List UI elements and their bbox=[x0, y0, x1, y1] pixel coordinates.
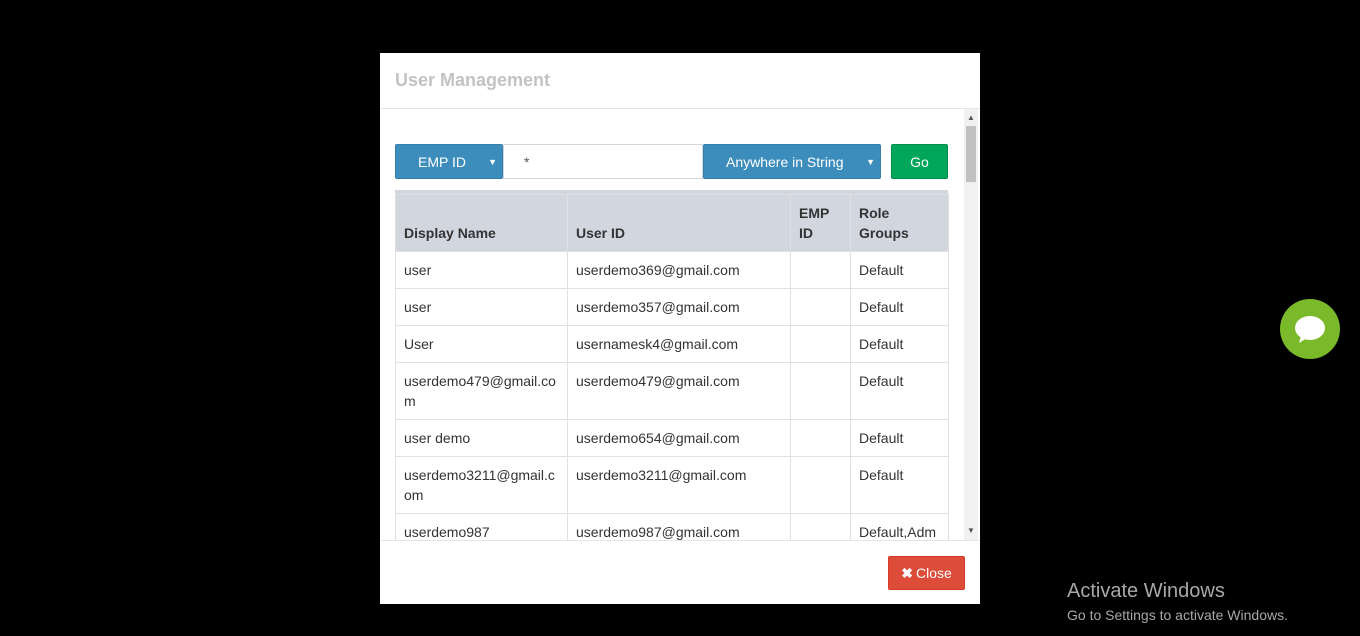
search-field-label: EMP ID bbox=[418, 153, 466, 170]
table-row[interactable]: userdemo987 userdemo987@gmail.com Defaul… bbox=[395, 513, 949, 540]
table-row[interactable]: User usernamesk4@gmail.com Default bbox=[395, 325, 949, 363]
activate-windows-watermark: Activate Windows Go to Settings to activ… bbox=[1067, 580, 1288, 623]
caret-down-icon: ▼ bbox=[488, 156, 497, 167]
cell-display-name: User bbox=[395, 325, 568, 363]
column-header-role-groups[interactable]: Role Groups bbox=[850, 194, 949, 252]
search-field-dropdown[interactable]: EMP ID ▼ bbox=[395, 144, 503, 179]
cell-display-name: userdemo479@gmail.com bbox=[395, 362, 568, 420]
match-mode-dropdown[interactable]: Anywhere in String ▼ bbox=[703, 144, 881, 179]
close-icon: ✖ bbox=[901, 564, 913, 581]
cell-role-groups: Default bbox=[850, 325, 949, 363]
cell-display-name: userdemo987 bbox=[395, 513, 568, 540]
table-row[interactable]: userdemo3211@gmail.com userdemo3211@gmai… bbox=[395, 456, 949, 514]
modal-header: User Management bbox=[380, 53, 980, 109]
cell-role-groups: Default bbox=[850, 362, 949, 420]
go-button[interactable]: Go bbox=[891, 144, 948, 179]
cell-display-name: userdemo3211@gmail.com bbox=[395, 456, 568, 514]
cell-role-groups: Default bbox=[850, 456, 949, 514]
cell-role-groups: Default bbox=[850, 419, 949, 457]
users-table-wrapper: Display Name User ID EMP ID Role Groups … bbox=[395, 190, 949, 540]
cell-emp-id bbox=[790, 251, 851, 289]
search-input[interactable] bbox=[503, 144, 703, 179]
cell-emp-id bbox=[790, 362, 851, 420]
cell-user-id: userdemo987@gmail.com bbox=[567, 513, 791, 540]
cell-user-id: userdemo479@gmail.com bbox=[567, 362, 791, 420]
cell-role-groups: Default bbox=[850, 251, 949, 289]
cell-user-id: userdemo654@gmail.com bbox=[567, 419, 791, 457]
column-header-user-id[interactable]: User ID bbox=[567, 194, 791, 252]
cell-emp-id bbox=[790, 325, 851, 363]
scroll-down-icon[interactable]: ▼ bbox=[964, 524, 978, 538]
cell-user-id: userdemo3211@gmail.com bbox=[567, 456, 791, 514]
modal-content: EMP ID ▼ Anywhere in String ▼ Go bbox=[395, 144, 949, 540]
caret-down-icon: ▼ bbox=[866, 156, 875, 167]
chat-bubble-icon bbox=[1295, 316, 1325, 343]
cell-role-groups: Default,Adm bbox=[850, 513, 949, 540]
modal-title: User Management bbox=[395, 70, 551, 90]
cell-user-id: userdemo357@gmail.com bbox=[567, 288, 791, 326]
user-management-modal: User Management EMP ID ▼ Anywhere in Str… bbox=[380, 53, 980, 604]
modal-body: EMP ID ▼ Anywhere in String ▼ Go bbox=[380, 109, 980, 540]
watermark-title: Activate Windows bbox=[1067, 580, 1225, 602]
cell-display-name: user bbox=[395, 251, 568, 289]
chat-widget-button[interactable] bbox=[1280, 299, 1340, 359]
table-row[interactable]: user userdemo369@gmail.com Default bbox=[395, 251, 949, 289]
close-button[interactable]: ✖ Close bbox=[888, 556, 965, 590]
match-mode-label: Anywhere in String bbox=[726, 153, 844, 170]
cell-emp-id bbox=[790, 456, 851, 514]
vertical-scrollbar[interactable]: ▲ ▼ bbox=[964, 109, 978, 540]
cell-emp-id bbox=[790, 513, 851, 540]
modal-footer: ✖ Close bbox=[380, 540, 980, 604]
cell-user-id: userdemo369@gmail.com bbox=[567, 251, 791, 289]
table-row[interactable]: userdemo479@gmail.com userdemo479@gmail.… bbox=[395, 362, 949, 420]
users-table: Display Name User ID EMP ID Role Groups … bbox=[395, 194, 949, 540]
cell-emp-id bbox=[790, 288, 851, 326]
cell-role-groups: Default bbox=[850, 288, 949, 326]
table-row[interactable]: user demo userdemo654@gmail.com Default bbox=[395, 419, 949, 457]
column-header-display-name[interactable]: Display Name bbox=[395, 194, 568, 252]
search-bar: EMP ID ▼ Anywhere in String ▼ Go bbox=[395, 144, 948, 179]
column-header-emp-id[interactable]: EMP ID bbox=[790, 194, 851, 252]
cell-display-name: user bbox=[395, 288, 568, 326]
cell-user-id: usernamesk4@gmail.com bbox=[567, 325, 791, 363]
scrollbar-thumb[interactable] bbox=[966, 126, 976, 182]
watermark-subtitle: Go to Settings to activate Windows. bbox=[1067, 607, 1288, 623]
table-header-row: Display Name User ID EMP ID Role Groups bbox=[395, 194, 949, 252]
table-row[interactable]: user userdemo357@gmail.com Default bbox=[395, 288, 949, 326]
scroll-up-icon[interactable]: ▲ bbox=[964, 111, 978, 125]
cell-display-name: user demo bbox=[395, 419, 568, 457]
close-button-label: Close bbox=[915, 565, 952, 581]
cell-emp-id bbox=[790, 419, 851, 457]
